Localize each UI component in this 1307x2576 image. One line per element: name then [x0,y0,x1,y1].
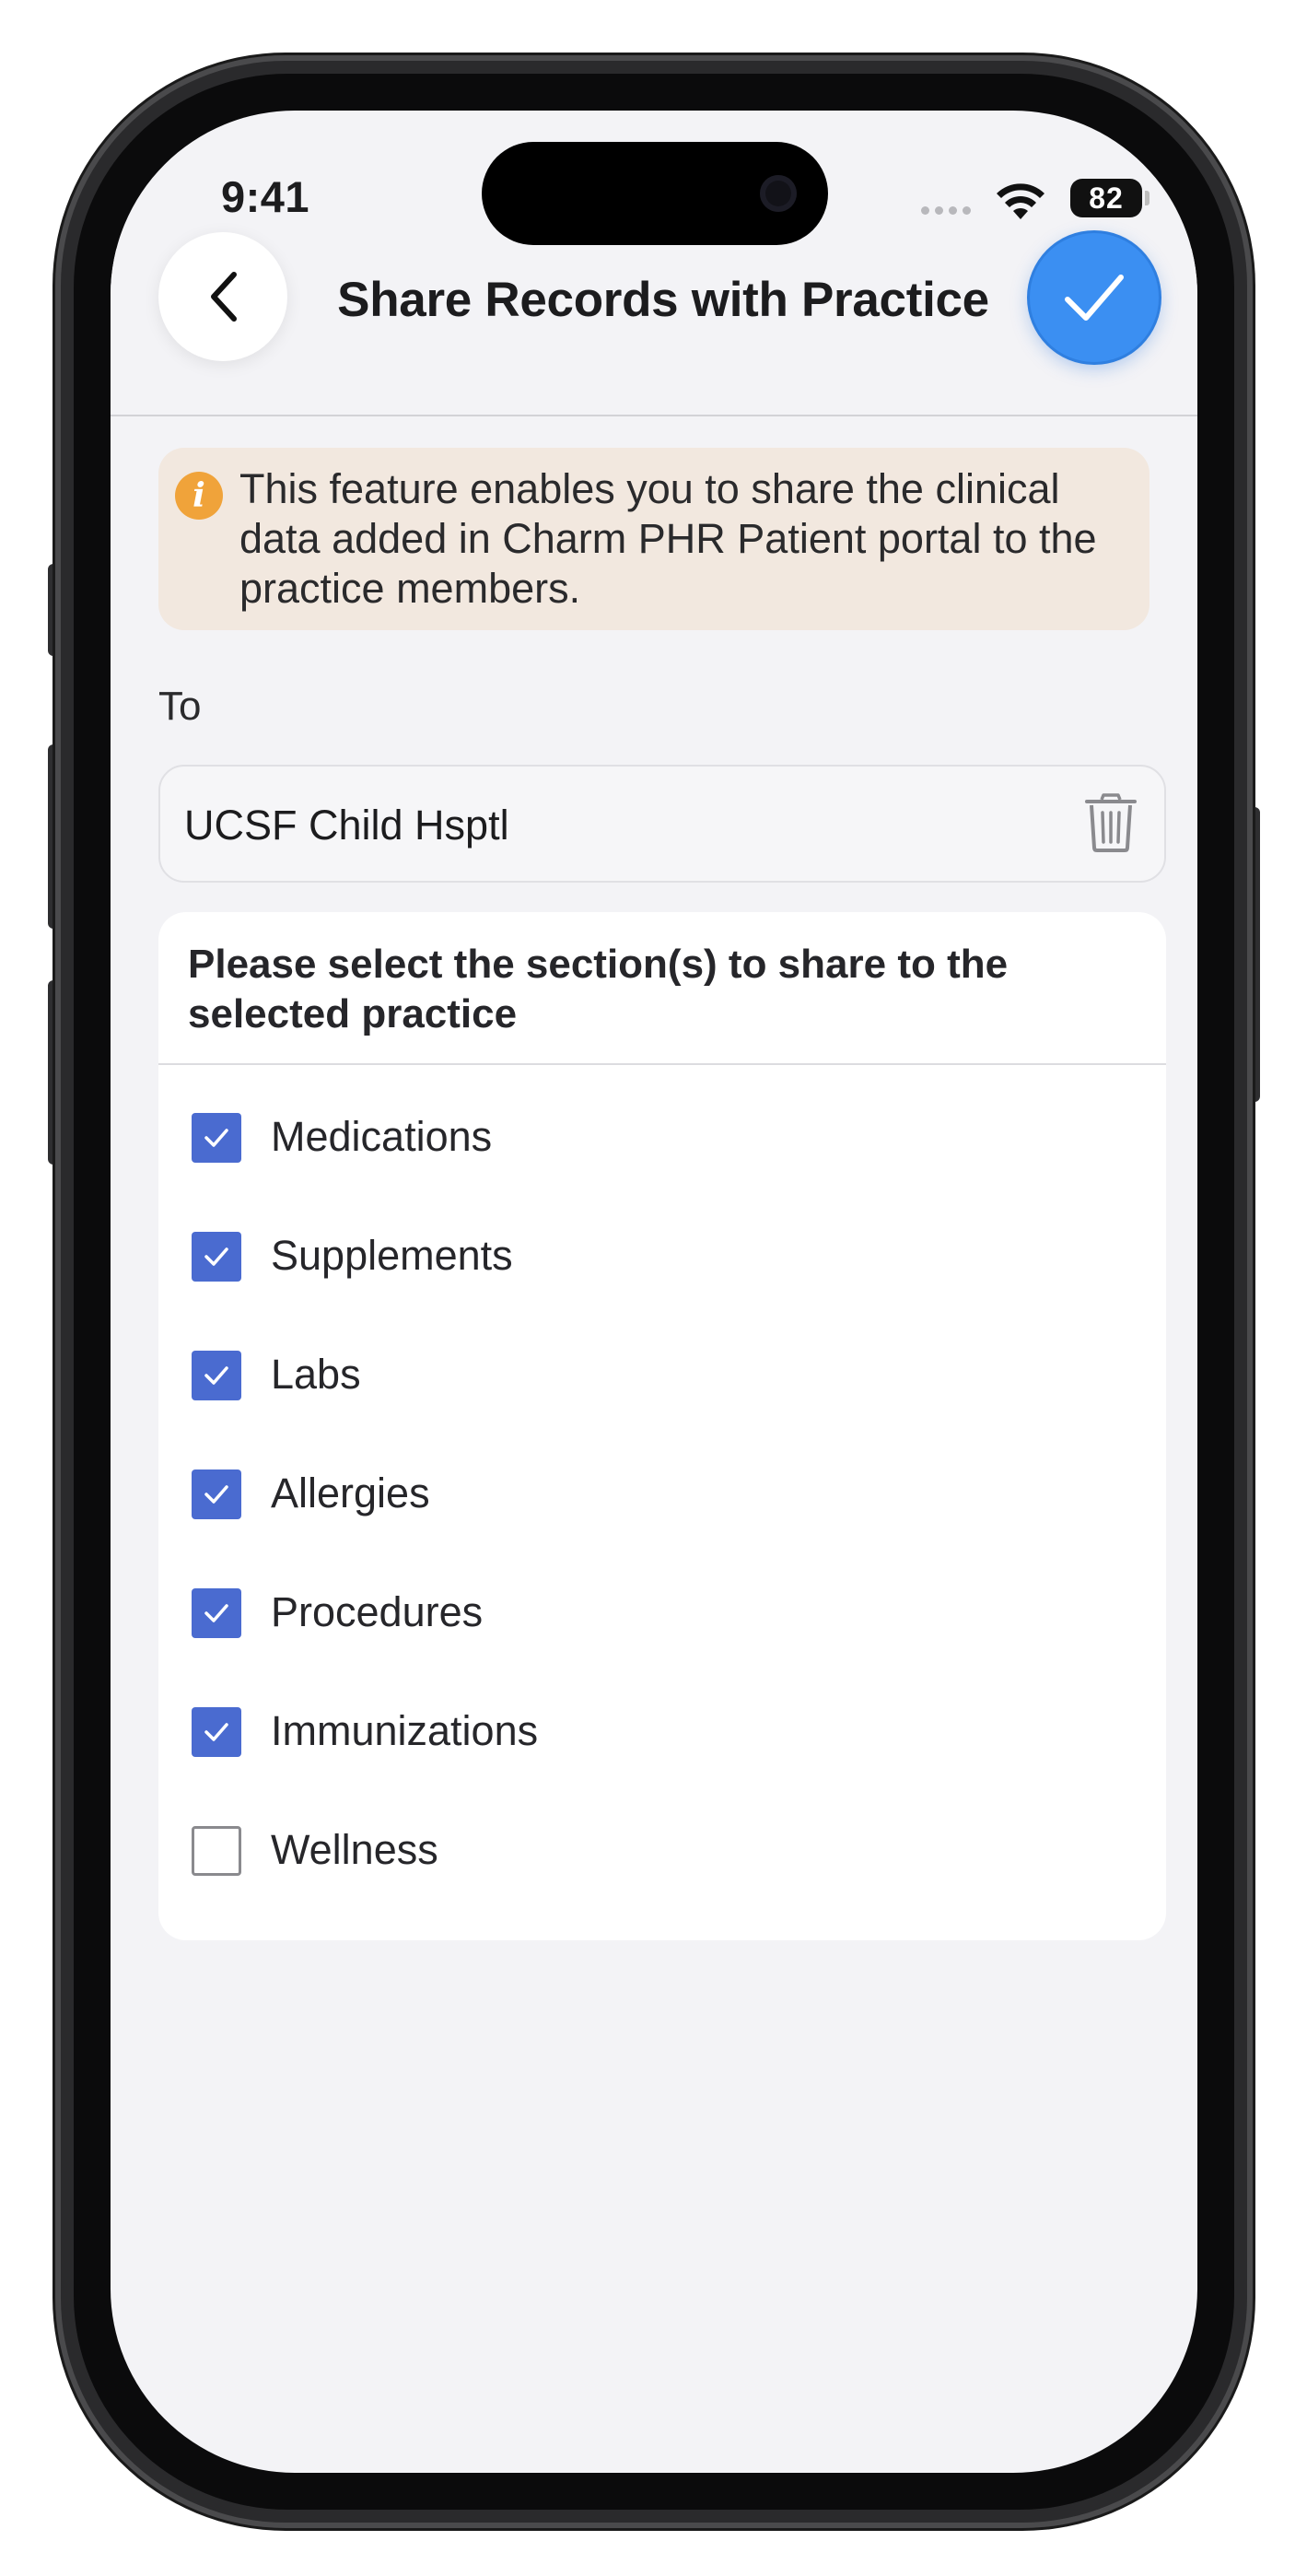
info-icon: i [175,472,223,520]
section-item-supplements[interactable]: Supplements [192,1219,1131,1293]
sections-heading: Please select the section(s) to share to… [188,942,1009,1036]
wifi-icon [997,183,1044,219]
checkbox-immunizations[interactable] [192,1707,241,1757]
section-label: Immunizations [271,1707,539,1754]
checkmark-icon [204,1485,228,1504]
section-item-medications[interactable]: Medications [192,1100,1131,1174]
section-item-labs[interactable]: Labs [192,1338,1131,1411]
checkmark-icon [204,1247,228,1266]
practice-name: UCSF Child Hsptl [184,802,509,849]
battery-icon: 82 [1070,179,1149,217]
checkbox-allergies[interactable] [192,1469,241,1519]
status-bar: 9:41 82 [111,111,1197,249]
section-label: Supplements [271,1232,513,1279]
divider [158,1063,1166,1065]
section-item-allergies[interactable]: Allergies [192,1457,1131,1530]
status-time: 9:41 [221,172,310,221]
section-label: Allergies [271,1469,430,1516]
trash-icon[interactable] [1083,792,1138,853]
phone-screen: 9:41 82 Share Records with Practice i Th… [111,111,1197,2473]
sections-card: Please select the section(s) to share to… [158,912,1166,1940]
confirm-share-button[interactable] [1030,233,1159,362]
checkbox-labs[interactable] [192,1351,241,1400]
to-label: To [158,684,202,729]
info-banner: i This feature enables you to share the … [158,448,1149,630]
checkbox-procedures[interactable] [192,1588,241,1638]
chevron-left-icon [211,272,237,322]
checkbox-medications[interactable] [192,1113,241,1163]
checkbox-wellness[interactable] [192,1826,241,1876]
checkmark-icon [204,1129,228,1147]
section-label: Procedures [271,1588,484,1635]
section-label: Labs [271,1351,361,1398]
dynamic-island [482,142,828,245]
checkmark-icon [204,1604,228,1622]
cellular-signal-icon [921,206,971,215]
checkmark-icon [204,1723,228,1741]
checkbox-supplements[interactable] [192,1232,241,1282]
recipient-practice-field[interactable]: UCSF Child Hsptl [158,765,1166,883]
section-item-immunizations[interactable]: Immunizations [192,1694,1131,1768]
page-title: Share Records with Practice [337,273,989,327]
back-button[interactable] [158,232,287,361]
section-item-wellness[interactable]: Wellness [192,1813,1131,1887]
front-camera-icon [760,175,797,212]
info-banner-text: This feature enables you to share the cl… [239,465,1097,612]
section-item-procedures[interactable]: Procedures [192,1575,1131,1649]
section-label: Medications [271,1113,493,1160]
section-label: Wellness [271,1826,438,1873]
checkmark-icon [1065,275,1124,321]
checkmark-icon [204,1366,228,1385]
